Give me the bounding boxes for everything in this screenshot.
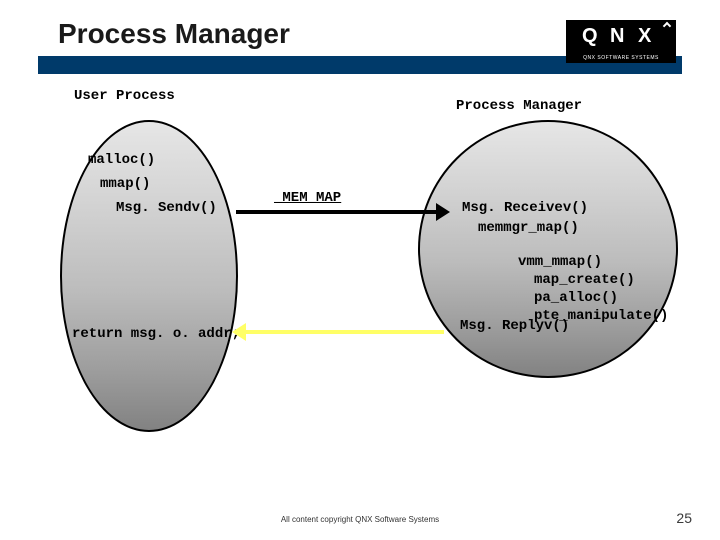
- vmm-mmap-label: vmm_mmap(): [518, 254, 602, 270]
- msgsendv-label: Msg. Sendv(): [116, 200, 217, 216]
- memmgr-map-label: memmgr_map(): [478, 220, 579, 236]
- logo-letter-q: Q: [582, 25, 598, 48]
- logo-box: Q N X: [566, 20, 676, 54]
- process-manager-ellipse: [418, 120, 678, 378]
- pa-alloc-label: pa_alloc(): [534, 290, 618, 306]
- return-msg-label: return msg. o. addr;: [72, 326, 240, 342]
- logo-letter-n: N: [610, 25, 624, 48]
- reply-arrow-icon: [246, 330, 444, 334]
- msgreceivev-label: Msg. Receivev(): [462, 200, 588, 216]
- trademark-icon: [663, 22, 671, 30]
- process-manager-heading: Process Manager: [456, 98, 582, 114]
- slide-title: Process Manager: [58, 18, 290, 50]
- map-create-label: map_create(): [534, 272, 635, 288]
- mem-map-arrow-label: _MEM_MAP: [274, 190, 341, 206]
- slide: Process Manager Q N X QNX SOFTWARE SYSTE…: [0, 0, 720, 540]
- malloc-label: malloc(): [88, 152, 155, 168]
- qnx-logo: Q N X QNX SOFTWARE SYSTEMS: [566, 20, 676, 68]
- mmap-label: mmap(): [100, 176, 150, 192]
- logo-tagline: QNX SOFTWARE SYSTEMS: [566, 54, 676, 63]
- msgreplyv-label: Msg. Replyv(): [460, 318, 569, 334]
- logo-letter-x: X: [638, 25, 651, 48]
- send-arrow-icon: [236, 210, 436, 214]
- footer-copyright: All content copyright QNX Software Syste…: [0, 515, 720, 524]
- page-number: 25: [676, 510, 692, 526]
- user-process-heading: User Process: [74, 88, 175, 104]
